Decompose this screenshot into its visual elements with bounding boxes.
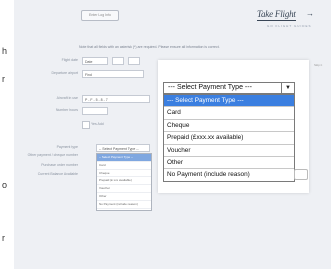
left-fragment: o — [2, 180, 8, 190]
required-fields-notice: Note that all fields with an asterisk (*… — [79, 45, 220, 49]
payment-type-mini-list: -- Select Payment Type -- Card Cheque Pr… — [96, 153, 152, 211]
enter-log-button[interactable]: Enter Log Info — [81, 10, 119, 21]
departure-label: Departure airport — [51, 71, 78, 75]
mini-option[interactable]: Prepaid (£ xxx available) — [97, 177, 151, 186]
payment-option-placeholder[interactable]: --- Select Payment Type --- — [164, 95, 294, 108]
mini-option[interactable]: -- Select Payment Type -- — [97, 154, 151, 162]
mini-option[interactable]: No Payment (include reason) — [97, 201, 151, 209]
left-fragment: r — [2, 233, 5, 243]
mini-option[interactable]: Other — [97, 193, 151, 201]
mini-option[interactable]: Cheque — [97, 170, 151, 178]
payment-option-card[interactable]: Card — [164, 107, 294, 120]
flight-date-field[interactable]: Date — [82, 57, 108, 65]
skip-link[interactable]: Skip it — [314, 63, 322, 67]
payment-type-options-list: --- Select Payment Type --- Card Cheque … — [163, 94, 295, 182]
mini-option[interactable]: Card — [97, 162, 151, 170]
payment-option-cheque[interactable]: Cheque — [164, 120, 294, 133]
mini-option[interactable]: Voucher — [97, 185, 151, 193]
flight-time-field[interactable] — [128, 57, 140, 65]
left-fragment: h — [2, 46, 8, 56]
add-checkbox-label: Yes Add — [91, 122, 104, 126]
purchase-order-label: Purchase order number — [41, 163, 78, 167]
balance-label: Current Balance Available — [37, 172, 78, 176]
hours-field[interactable] — [82, 107, 108, 115]
payment-option-no-payment[interactable]: No Payment (include reason) — [164, 169, 294, 180]
payment-type-mini-select[interactable]: -- Select Payment Type -- — [96, 144, 150, 152]
add-checkbox[interactable] — [82, 121, 90, 129]
payment-type-label: Payment type — [56, 145, 78, 149]
dropdown-arrow-icon[interactable]: ▼ — [281, 83, 294, 93]
other-payment-label: Other payment / cheque number — [27, 153, 78, 157]
aircraft-field[interactable]: P - F - 5 - 8 - 7 — [82, 95, 150, 103]
aircraft-label: Aircraft in use — [56, 96, 78, 100]
hours-label: Number hours — [55, 108, 78, 112]
left-edge-column: h r o r — [0, 0, 14, 269]
payment-type-select-value: --- Select Payment Type --- — [168, 84, 252, 91]
left-fragment: r — [2, 74, 5, 84]
take-flight-logo: Take Flight — [257, 9, 296, 21]
payment-option-other[interactable]: Other — [164, 157, 294, 170]
logo-arrow-icon: → — [306, 9, 314, 18]
list-scroll-handle[interactable] — [294, 169, 308, 180]
flight-time-field[interactable] — [112, 57, 124, 65]
payment-option-voucher[interactable]: Voucher — [164, 145, 294, 157]
payment-option-prepaid[interactable]: Prepaid (£xxx.xx available) — [164, 132, 294, 145]
logo-tagline: GO FLIGHT GUIDES — [267, 24, 312, 28]
flight-date-label: Flight date — [61, 58, 78, 62]
departure-field[interactable]: Find — [82, 70, 144, 78]
payment-type-select[interactable]: --- Select Payment Type --- ▼ — [163, 82, 295, 94]
